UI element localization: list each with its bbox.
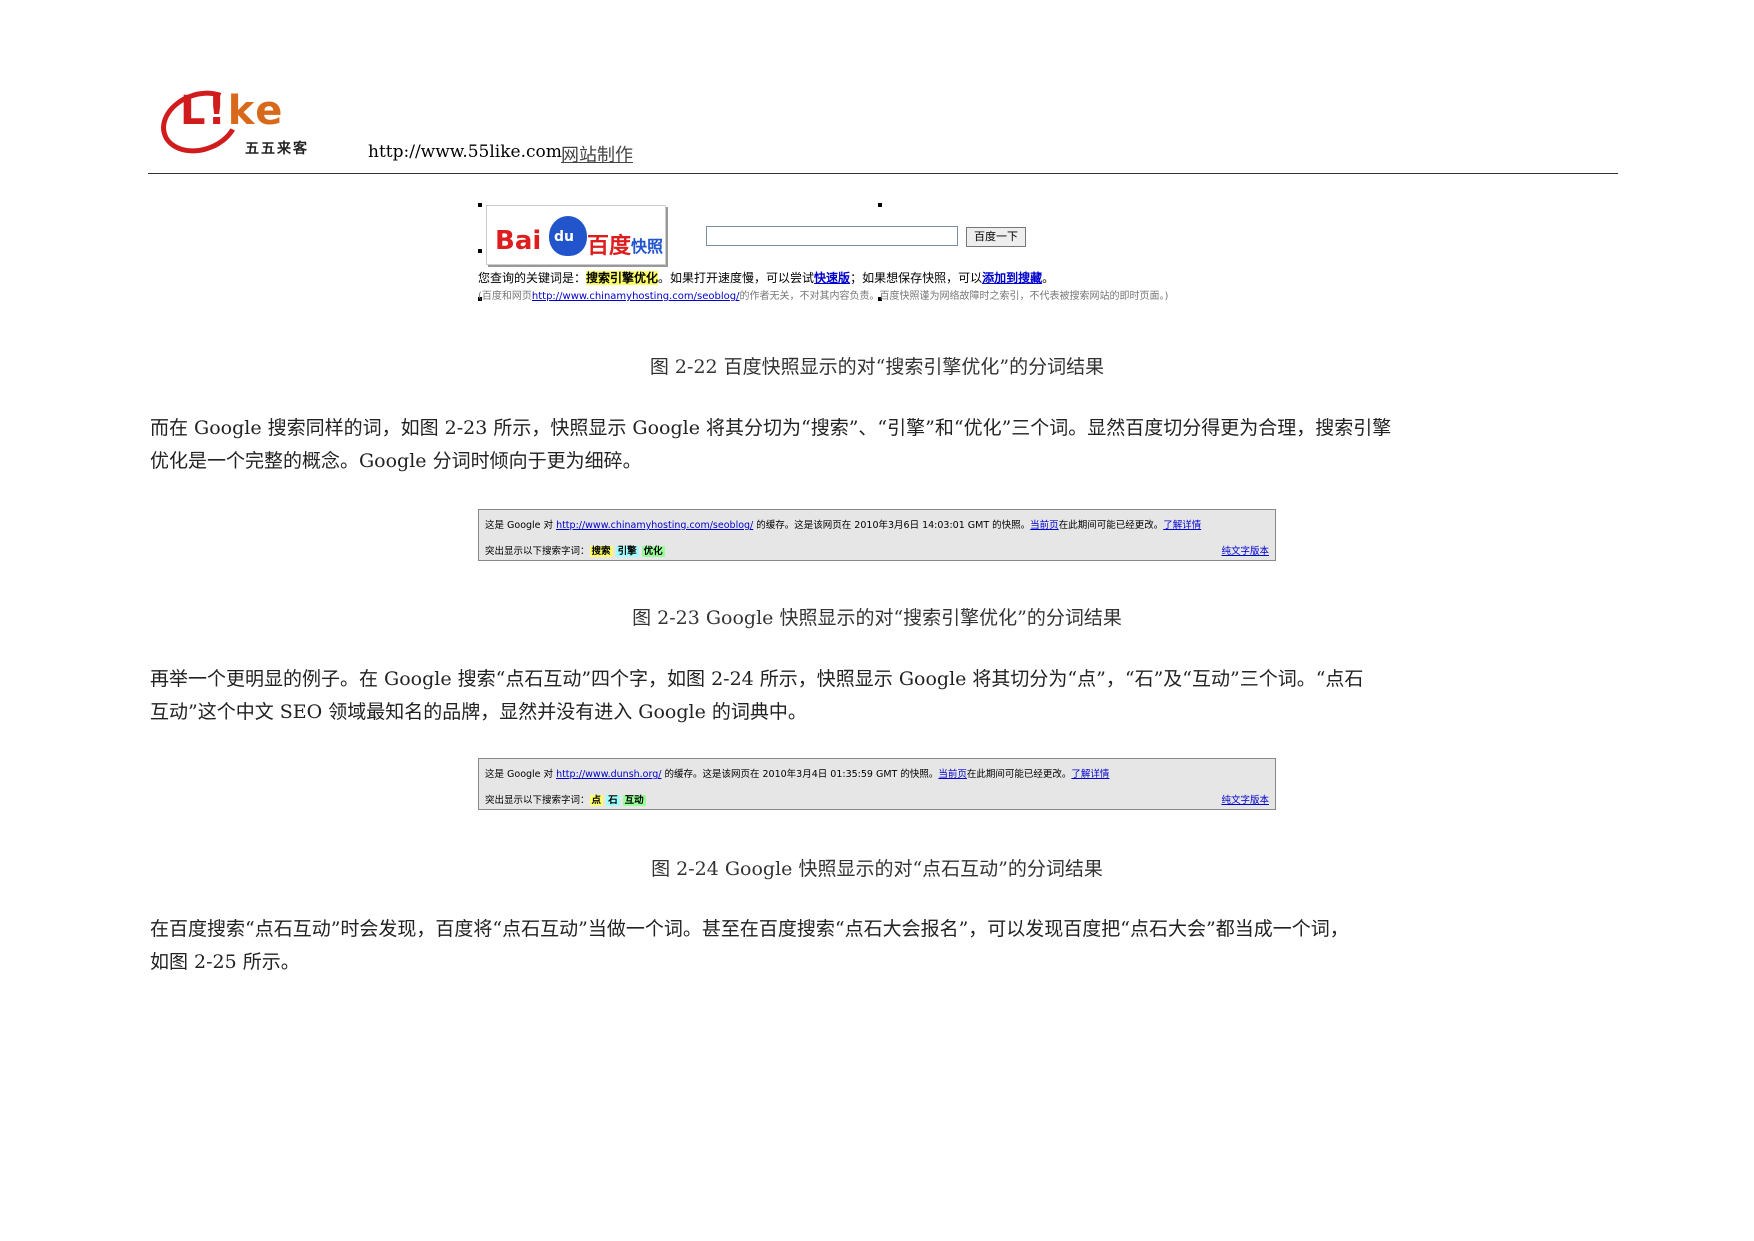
term-highlight: 互动 [622, 795, 646, 806]
fast-version-link[interactable]: 快速版 [814, 271, 850, 285]
current-page-link[interactable]: 当前页 [938, 769, 967, 780]
figure-caption-2-23: 图 2-23 Google 快照显示的对“搜索引擎优化”的分词结果 [632, 607, 1122, 629]
figure-caption-2-22: 图 2-22 百度快照显示的对“搜索引擎优化”的分词结果 [649, 356, 1105, 378]
term-highlight: 石 [606, 795, 620, 806]
text-only-version-link[interactable]: 纯文字版本 [1221, 543, 1269, 557]
term-highlight: 点 [589, 795, 604, 806]
header-url: http://www.55like.com [368, 142, 562, 162]
text-only-version-link[interactable]: 纯文字版本 [1221, 792, 1269, 806]
logo-subtitle: 五五来客 [245, 141, 309, 157]
selection-handle [478, 203, 482, 207]
baidu-search-input[interactable] [706, 226, 958, 246]
figure-baidu-snapshot: Bai du 百度 快照 百度一下 您查询的关键词是：搜索引擎优化。如果打开速度… [478, 203, 1298, 303]
figure-caption-2-24: 图 2-24 Google 快照显示的对“点石互动”的分词结果 [651, 858, 1103, 880]
google-highlight-terms: 突出显示以下搜索字词： 搜索 引擎 优化 [485, 546, 665, 557]
snapshot-source-link[interactable]: http://www.chinamyhosting.com/seoblog/ [532, 291, 740, 302]
cached-url-link[interactable]: http://www.chinamyhosting.com/seoblog/ [556, 520, 753, 531]
term-highlight: 搜索 [589, 546, 613, 557]
google-cache-notice: 这是 Google 对 http://www.dunsh.org/ 的缓存。这是… [485, 769, 1110, 780]
paragraph-1: 而在 Google 搜索同样的词，如图 2-23 所示，快照显示 Google … [150, 417, 1392, 472]
cached-url-link[interactable]: http://www.dunsh.org/ [556, 769, 661, 780]
learn-more-link[interactable]: 了解详情 [1163, 520, 1201, 531]
highlighted-keyword: 搜索引擎优化 [586, 271, 659, 285]
baidu-paw-icon: du [549, 216, 587, 256]
learn-more-link[interactable]: 了解详情 [1071, 769, 1109, 780]
selection-handle [478, 249, 482, 253]
figure-google-snapshot-2: 这是 Google 对 http://www.dunsh.org/ 的缓存。这是… [478, 758, 1276, 810]
current-page-link[interactable]: 当前页 [1030, 520, 1059, 531]
baidu-snapshot-logo: Bai du 百度 快照 [486, 205, 666, 265]
baidu-search-button[interactable]: 百度一下 [966, 227, 1026, 247]
paragraph-3: 在百度搜索“点石互动”时会发现，百度将“点石互动”当做一个词。甚至在百度搜索“点… [150, 918, 1349, 973]
term-highlight: 引擎 [615, 546, 639, 557]
selection-handle [878, 203, 882, 207]
term-highlight: 优化 [641, 546, 665, 557]
google-highlight-terms: 突出显示以下搜索字词：点 石 互动 [485, 795, 646, 806]
site-logo: L!ke 五五来客 [152, 80, 340, 164]
header-divider [148, 173, 1618, 174]
header-link-web-design[interactable]: 网站制作 [561, 141, 633, 167]
paragraph-2: 再举一个更明显的例子。在 Google 搜索“点石互动”四个字，如图 2-24 … [150, 668, 1364, 723]
figure-google-snapshot-1: 这是 Google 对 http://www.chinamyhosting.co… [478, 509, 1276, 561]
baidu-disclaimer-line: (百度和网页http://www.chinamyhosting.com/seob… [478, 291, 1169, 302]
add-to-favorites-link[interactable]: 添加到搜藏 [982, 271, 1042, 285]
logo-wordmark: L!ke [180, 88, 285, 134]
google-cache-notice: 这是 Google 对 http://www.chinamyhosting.co… [485, 520, 1202, 531]
baidu-keyword-line: 您查询的关键词是：搜索引擎优化。如果打开速度慢，可以尝试快速版；如果想保存快照，… [478, 271, 1055, 285]
